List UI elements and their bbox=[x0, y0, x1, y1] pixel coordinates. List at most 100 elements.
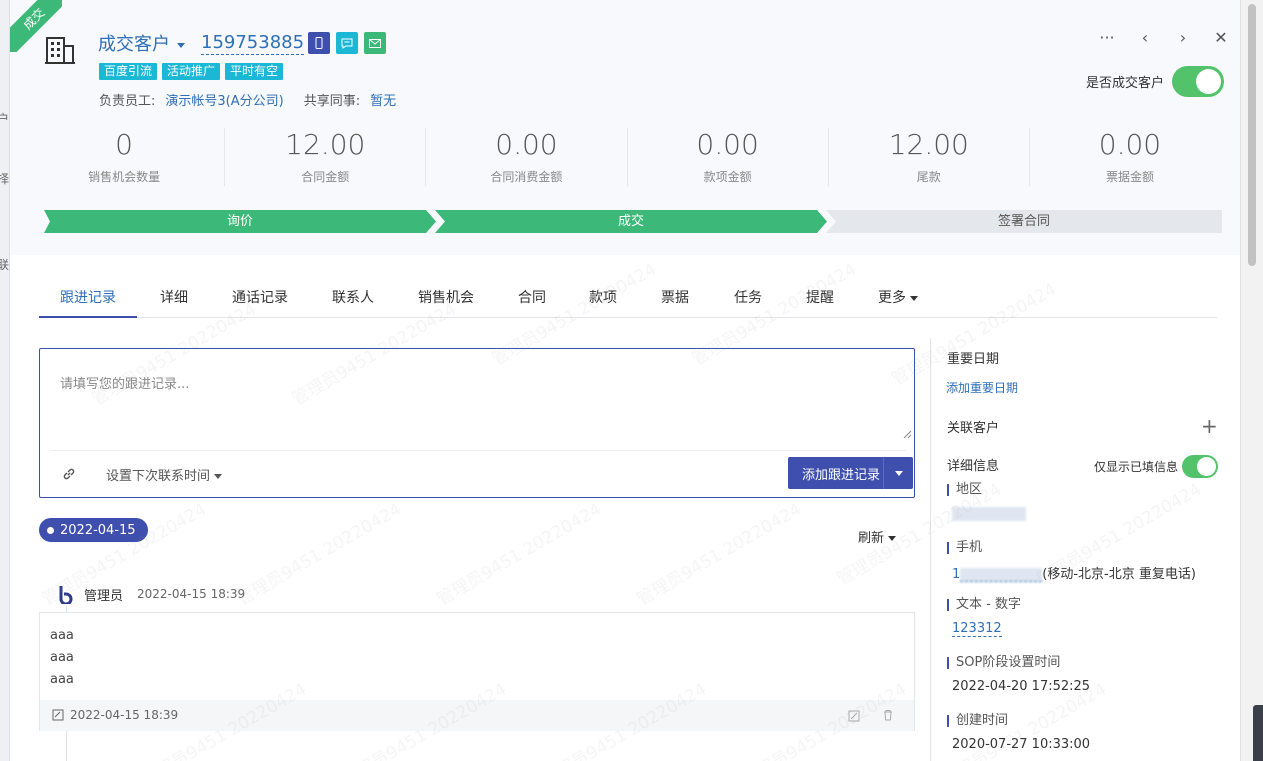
email-button[interactable] bbox=[364, 32, 387, 54]
phone-button[interactable] bbox=[308, 32, 331, 54]
field-label-mobile: 手机 bbox=[947, 541, 982, 554]
tab-payments[interactable]: 款项 bbox=[589, 287, 617, 307]
stat-payment-amount[interactable]: 0.00 款项金额 bbox=[628, 128, 829, 186]
only-filled-toggle-row: 仅显示已填信息 bbox=[1094, 455, 1222, 478]
tag: 百度引流 bbox=[99, 63, 158, 80]
stat-caption: 合同金额 bbox=[301, 170, 350, 184]
detail-info-heading: 详细信息 bbox=[947, 459, 1000, 474]
field-label-region: 地区 bbox=[947, 483, 982, 496]
next-icon[interactable]: › bbox=[1164, 28, 1202, 47]
stat-contract-consumed[interactable]: 0.00 合同消费金额 bbox=[426, 128, 628, 186]
stat-balance[interactable]: 12.00 尾款 bbox=[829, 128, 1030, 186]
field-label-text-number: 文本 - 数字 bbox=[947, 598, 1021, 611]
building-icon bbox=[45, 37, 75, 64]
customer-tags: 百度引流 活动推广 平时有空 bbox=[99, 63, 288, 80]
add-follow-up-label: 添加跟进记录 bbox=[802, 467, 881, 483]
message-icon bbox=[341, 38, 353, 49]
chevron-down-icon bbox=[910, 295, 918, 301]
stat-invoice-amount[interactable]: 0.00 票据金额 bbox=[1030, 128, 1230, 186]
add-follow-up-button[interactable]: 添加跟进记录 bbox=[788, 457, 913, 489]
active-tab-indicator bbox=[39, 316, 137, 318]
tab-contracts[interactable]: 合同 bbox=[518, 287, 546, 307]
next-contact-dropdown[interactable]: 设置下次联系时间 bbox=[106, 465, 223, 484]
masked-value bbox=[960, 567, 1043, 582]
mail-icon bbox=[369, 38, 382, 48]
add-options-dropdown[interactable] bbox=[883, 457, 913, 489]
stage-label: 签署合同 bbox=[997, 214, 1050, 229]
chevron-down-icon bbox=[177, 42, 185, 48]
tab-reminders[interactable]: 提醒 bbox=[806, 287, 834, 307]
record-author: 管理员 bbox=[84, 588, 124, 604]
mobile-icon bbox=[315, 37, 323, 49]
left-strip-char-2: 择 bbox=[0, 170, 9, 187]
left-strip-char-1: 户 bbox=[0, 110, 9, 127]
field-value-text-number[interactable]: 123312 bbox=[952, 621, 1002, 637]
deal-switch-label: 是否成交客户 bbox=[1086, 76, 1165, 91]
deal-switch-row: 是否成交客户 bbox=[1086, 66, 1225, 97]
tab-invoices[interactable]: 票据 bbox=[661, 287, 689, 307]
tab-opportunities[interactable]: 销售机会 bbox=[418, 287, 474, 307]
tab-more[interactable]: 更多 bbox=[878, 287, 918, 307]
tab-more-label: 更多 bbox=[878, 290, 906, 306]
add-important-date-link[interactable]: 添加重要日期 bbox=[946, 379, 1018, 396]
close-icon[interactable]: ✕ bbox=[1202, 28, 1240, 47]
tab-contacts[interactable]: 联系人 bbox=[332, 287, 374, 307]
stat-opportunities[interactable]: 0 销售机会数量 bbox=[24, 128, 226, 186]
chevron-down-icon bbox=[214, 474, 223, 479]
tab-details[interactable]: 详细 bbox=[160, 287, 188, 307]
owner-row: 负责员工: 演示帐号3(A分公司) 共享同事: 暂无 bbox=[99, 90, 396, 109]
customer-id[interactable]: 159753885 bbox=[201, 32, 305, 55]
tab-follow-up[interactable]: 跟进记录 bbox=[60, 287, 116, 307]
owner-label: 负责员工: bbox=[99, 94, 156, 109]
previous-icon[interactable]: ‹ bbox=[1126, 28, 1164, 47]
plus-icon[interactable]: + bbox=[1201, 416, 1218, 436]
owner-link[interactable]: 演示帐号3(A分公司) bbox=[165, 90, 283, 109]
stage-deal[interactable]: 成交 bbox=[435, 210, 827, 233]
stat-caption: 尾款 bbox=[916, 170, 941, 184]
record-footer: 2022-04-15 18:39 bbox=[40, 700, 914, 731]
refresh-label: 刷新 bbox=[858, 531, 885, 546]
stat-value: 0.00 bbox=[495, 128, 558, 161]
stat-caption: 票据金额 bbox=[1105, 170, 1154, 184]
field-value-created-time: 2020-07-27 10:33:00 bbox=[952, 737, 1091, 752]
tag: 活动推广 bbox=[162, 63, 221, 80]
stat-caption: 销售机会数量 bbox=[88, 170, 161, 184]
deal-toggle[interactable] bbox=[1172, 66, 1225, 97]
only-filled-label: 仅显示已填信息 bbox=[1094, 460, 1179, 474]
tab-tasks[interactable]: 任务 bbox=[734, 287, 762, 307]
customer-type-dropdown[interactable]: 成交客户 bbox=[98, 30, 185, 56]
important-dates-heading: 重要日期 bbox=[947, 352, 1000, 367]
more-options-icon[interactable]: ··· bbox=[1088, 28, 1126, 47]
detail-sidebar: 重要日期 添加重要日期 关联客户 + 详细信息 仅显示已填信息 地区 手机 1 (… bbox=[930, 338, 1240, 761]
field-label-created-time: 创建时间 bbox=[947, 714, 1008, 727]
vertical-scrollbar[interactable] bbox=[1240, 0, 1263, 761]
edit-icon[interactable] bbox=[848, 710, 860, 722]
mobile-carrier: (移动-北京-北京 重复电话) bbox=[1042, 567, 1196, 582]
stat-contract-amount[interactable]: 12.00 合同金额 bbox=[225, 128, 427, 186]
stage-inquiry[interactable]: 询价 bbox=[44, 210, 436, 233]
stage-sign-contract[interactable]: 签署合同 bbox=[826, 210, 1222, 233]
field-value-region bbox=[952, 506, 1026, 521]
field-value-mobile[interactable]: 1 (移动-北京-北京 重复电话) bbox=[952, 563, 1196, 582]
resize-handle-icon[interactable] bbox=[902, 429, 912, 439]
refresh-dropdown[interactable]: 刷新 bbox=[858, 527, 897, 546]
scrollbar-thumb[interactable] bbox=[1248, 4, 1256, 266]
watermark-text: 管理员9451 20220424 bbox=[433, 499, 605, 610]
tab-call-records[interactable]: 通话记录 bbox=[232, 287, 288, 307]
record-line: aaa bbox=[50, 628, 74, 643]
stage-label: 成交 bbox=[617, 214, 644, 229]
masked-value bbox=[952, 506, 1026, 521]
share-link[interactable]: 暂无 bbox=[370, 90, 396, 109]
note-icon bbox=[52, 709, 64, 721]
stat-value: 0.00 bbox=[1098, 128, 1162, 161]
link-icon[interactable] bbox=[62, 467, 76, 481]
detail-tabs: 跟进记录 详细 通话记录 联系人 销售机会 合同 款项 票据 任务 提醒 更多 bbox=[39, 276, 1217, 318]
only-filled-toggle[interactable] bbox=[1182, 455, 1219, 478]
sms-button[interactable] bbox=[336, 32, 359, 54]
trash-icon[interactable] bbox=[882, 709, 894, 721]
follow-up-textarea[interactable]: 请填写您的跟进记录... bbox=[60, 373, 189, 392]
timeline-date: 2022-04-15 bbox=[60, 522, 136, 538]
sales-stage-bar: 询价 成交 签署合同 bbox=[44, 210, 1222, 233]
stat-value: 0.00 bbox=[696, 128, 759, 161]
record-line: aaa bbox=[50, 672, 74, 687]
